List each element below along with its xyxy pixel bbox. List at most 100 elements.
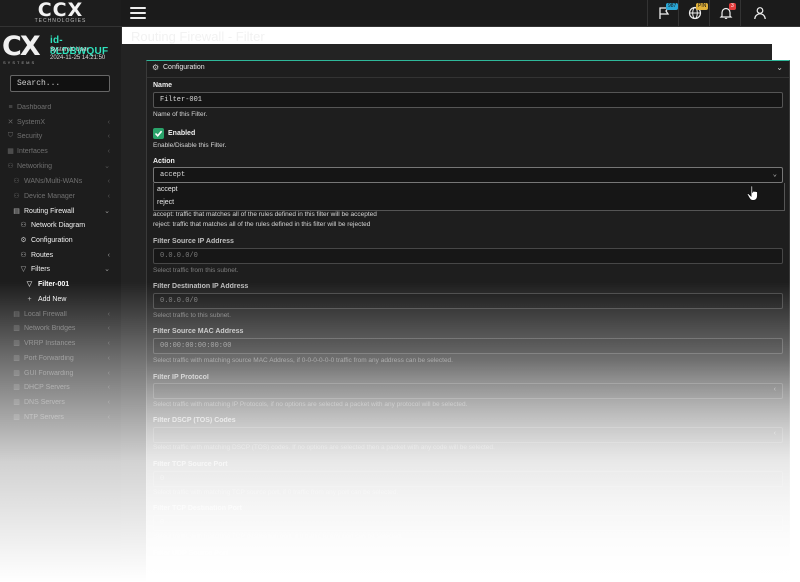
sidebar-item-dhcp-servers[interactable]: ▥ DHCP Servers ‹	[0, 380, 121, 394]
sidebar-item-label: Device Manager	[24, 192, 75, 200]
configuration-card: ⚙ Configuration ⌄ Name Filter-001 Name o…	[146, 60, 790, 582]
alerts-button[interactable]: 3	[709, 0, 741, 26]
enabled-checkbox[interactable]	[153, 128, 164, 139]
sidebar-item-vrrp-instances[interactable]: ▥ VRRP Instances ‹	[0, 336, 121, 350]
chevron-down-icon[interactable]: ⌄	[776, 63, 783, 72]
src-mac-help: Select traffic with matching source MAC …	[153, 357, 453, 364]
src-mac-field[interactable]: 00:00:00:00:00:00	[153, 338, 783, 354]
sidebar-item-gui-forwarding[interactable]: ▥ GUI Forwarding ‹	[0, 366, 121, 380]
dst-ip-field[interactable]: 0.0.0.0/0	[153, 293, 783, 309]
sidebar-item-dns-servers[interactable]: ▥ DNS Servers ‹	[0, 395, 121, 409]
menu-icon[interactable]	[130, 5, 146, 21]
sidebar-item-label: Network Bridges	[24, 324, 76, 332]
chevron-down-icon: ⌄	[772, 171, 777, 179]
routes-icon: ⚇	[20, 252, 27, 259]
check-icon	[154, 130, 163, 137]
filter-icon: ▽	[26, 281, 33, 288]
sidebar-item-filter-001[interactable]: ▽ Filter-001	[0, 277, 121, 291]
dscp-select[interactable]: ‹	[153, 427, 783, 443]
globe-button[interactable]: PIN	[678, 0, 710, 26]
dscp-label: Filter DSCP (TOS) Codes	[153, 417, 236, 424]
src-mac-label: Filter Source MAC Address	[153, 328, 244, 335]
name-field[interactable]: Filter-001	[153, 92, 783, 108]
sidebar-item-device-manager[interactable]: ⚇ Device Manager ‹	[0, 189, 121, 203]
action-select[interactable]: accept ⌄	[153, 167, 783, 183]
src-ip-help: Select traffic from this subnet.	[153, 267, 239, 274]
sidebar-item-label: Configuration	[31, 236, 73, 244]
chevron-left-icon: ‹	[107, 147, 110, 155]
sidebar-item-label: WANs/Multi-WANs	[24, 177, 83, 185]
sidebar-item-add-new[interactable]: + Add New	[0, 292, 121, 306]
device-timestamp: 2024-11-25 14:21:50	[50, 55, 106, 61]
src-ip-label: Filter Source IP Address	[153, 238, 234, 245]
card-header[interactable]: ⚙ Configuration ⌄	[147, 61, 789, 78]
sidebar-item-label: Interfaces	[17, 147, 48, 155]
ip-protocol-select[interactable]: ‹	[153, 383, 783, 399]
sidebar-item-label: NTP Servers	[24, 413, 64, 421]
src-ip-field[interactable]: 0.0.0.0/0	[153, 248, 783, 264]
sidebar-item-ntp-servers[interactable]: ▥ NTP Servers ‹	[0, 410, 121, 424]
sidebar-item-configuration[interactable]: ⚙ Configuration	[0, 233, 121, 247]
device-emblem: CX	[2, 31, 41, 62]
brand-logo[interactable]: CCX TECHNOLOGIES	[0, 0, 121, 27]
sidebar-item-local-firewall[interactable]: ▤ Local Firewall ‹	[0, 307, 121, 321]
wan-icon: ⚇	[13, 178, 20, 185]
sidebar-item-network-bridges[interactable]: ▥ Network Bridges ‹	[0, 321, 121, 335]
tcp-src-port-field[interactable]: 0	[153, 471, 783, 487]
sidebar-item-routing-firewall[interactable]: ▤ Routing Firewall ⌄	[0, 204, 121, 218]
shield-icon: ⛉	[7, 132, 14, 139]
globe-badge: PIN	[696, 3, 709, 10]
sidebar-item-label: Filter-001	[38, 280, 70, 288]
notifications-flag-button[interactable]: 987	[647, 0, 679, 26]
chevron-left-icon: ‹	[772, 386, 777, 394]
gear-icon: ⚙	[152, 63, 160, 72]
name-label: Name	[153, 82, 173, 89]
action-option-reject[interactable]: reject	[154, 196, 784, 209]
chevron-left-icon: ‹	[107, 383, 110, 391]
diagram-icon: ⚇	[20, 222, 27, 229]
sidebar-item-label: Routes	[31, 251, 54, 259]
action-dropdown-list: accept reject	[153, 183, 785, 211]
gui-forwarding-icon: ▥	[13, 370, 20, 377]
chevron-left-icon: ‹	[107, 177, 110, 185]
sidebar-item-network-diagram[interactable]: ⚇ Network Diagram	[0, 218, 121, 232]
sidebar-item-wans[interactable]: ⚇ WANs/Multi-WANs ‹	[0, 174, 121, 188]
chevron-left-icon: ‹	[772, 430, 777, 438]
sidebar-item-filters[interactable]: ▽ Filters ⌄	[0, 262, 121, 276]
chevron-left-icon: ‹	[107, 413, 110, 421]
chevron-down-icon: ⌄	[104, 208, 110, 215]
bell-badge: 3	[729, 3, 736, 10]
device-emblem-subtext: SYSTEMS	[3, 60, 37, 65]
sidebar-item-dashboard[interactable]: ≡ Dashboard	[0, 100, 121, 114]
vrrp-icon: ▥	[13, 340, 20, 347]
udp-src-port-field[interactable]	[153, 560, 783, 576]
sidebar-item-label: DNS Servers	[24, 398, 65, 406]
sidebar-item-security[interactable]: ⛉ Security ‹	[0, 129, 121, 143]
page-title: Routing Firewall - Filter	[131, 29, 265, 44]
sidebar: CCX TECHNOLOGIES CX SYSTEMS id-8LDBWQUF …	[0, 0, 122, 582]
systemx-icon: ✕	[7, 119, 14, 126]
device-manager-icon: ⚇	[13, 193, 20, 200]
search-input[interactable]	[10, 75, 110, 92]
sidebar-item-port-forwarding[interactable]: ▥ Port Forwarding ‹	[0, 351, 121, 365]
bridge-icon: ▥	[13, 325, 20, 332]
sidebar-item-interfaces[interactable]: ▦ Interfaces ‹	[0, 144, 121, 158]
chevron-left-icon: ‹	[107, 310, 110, 318]
sidebar-item-label: Network Diagram	[31, 221, 86, 229]
action-help-reject: reject: traffic that matches all of the …	[153, 221, 371, 228]
sidebar-item-routes[interactable]: ⚇ Routes ‹	[0, 248, 121, 262]
device-user: SystemX User	[50, 47, 89, 53]
action-selected-value: accept	[160, 171, 186, 179]
sidebar-item-label: Port Forwarding	[24, 354, 74, 362]
action-option-accept[interactable]: accept	[154, 183, 784, 196]
sidebar-item-label: Routing Firewall	[24, 207, 75, 215]
tcp-src-port-help: Select traffic with matching TCP source …	[153, 489, 399, 496]
tcp-dst-port-field[interactable]: 0	[153, 515, 783, 531]
user-icon	[754, 7, 766, 20]
user-menu-button[interactable]	[740, 0, 800, 26]
tcp-dst-port-help: Select traffic with matching TCP destina…	[153, 533, 403, 540]
sidebar-item-networking[interactable]: ⚇ Networking ⌄	[0, 159, 121, 173]
enabled-label: Enabled	[168, 130, 196, 137]
sidebar-item-systemx[interactable]: ✕ SystemX ‹	[0, 115, 121, 129]
logo-subtext: TECHNOLOGIES	[34, 17, 87, 24]
